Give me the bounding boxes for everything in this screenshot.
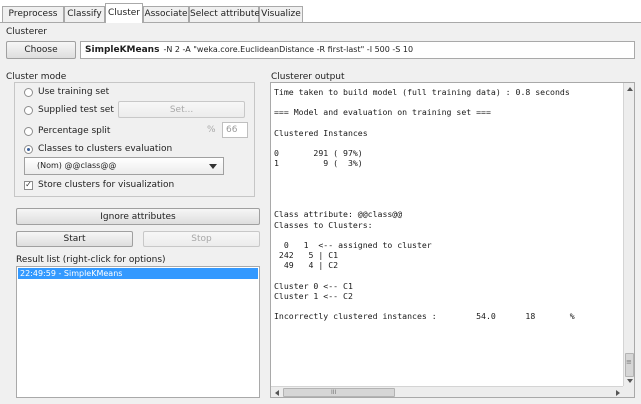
output-horizontal-scrollbar[interactable]: III [271,386,624,397]
tab-cluster[interactable]: Cluster [105,3,143,23]
clusterer-name: SimpleKMeans [85,45,160,55]
clusterer-output-panel[interactable]: Time taken to build model (full training… [270,82,635,398]
ignore-attributes-button[interactable]: Ignore attributes [16,208,260,225]
output-line: 0 1 <-- assigned to cluster [274,240,432,251]
output-vertical-scrollbar[interactable]: ≡ [623,83,634,387]
output-line: Cluster 0 <-- C1 [274,280,353,291]
output-line: 242 5 | C1 [274,250,339,261]
classes-to-clusters-label: Classes to clusters evaluation [38,144,173,154]
percentage-split-label: Percentage split [38,126,111,136]
class-attribute-value: (Nom) @@class@@ [37,161,117,170]
output-line: === Model and evaluation on training set… [274,107,491,118]
scroll-right-icon[interactable] [616,390,620,396]
output-line: Clustered Instances [274,127,368,138]
use-training-set-label: Use training set [38,87,110,97]
result-list-item[interactable]: 22:49:59 - SimpleKMeans [18,268,258,279]
scroll-down-icon[interactable] [627,379,633,383]
choose-button[interactable]: Choose [6,41,76,59]
tab-strip: Preprocess Classify Cluster Associate Se… [0,0,641,23]
use-training-set-option[interactable]: Use training set [24,86,109,98]
chevron-down-icon [209,164,217,169]
supplied-test-set-option[interactable]: Supplied test set [24,104,114,116]
clusterer-output-text: Time taken to build model (full training… [274,87,575,322]
scroll-left-icon[interactable] [275,390,279,396]
classes-to-clusters-option[interactable]: Classes to clusters evaluation [24,143,172,155]
output-line: 49 4 | C2 [274,260,339,271]
tab-associate[interactable]: Associate [143,6,189,22]
output-line: Time taken to build model (full training… [274,87,570,97]
class-attribute-select[interactable]: (Nom) @@class@@ [24,157,224,175]
grip-icon: ≡ [626,358,632,366]
stop-button[interactable]: Stop [143,231,260,247]
scroll-corner [623,386,634,397]
horizontal-scroll-thumb[interactable] [283,388,395,397]
tab-classify[interactable]: Classify [64,6,105,22]
result-list[interactable]: 22:49:59 - SimpleKMeans [16,266,260,398]
clusterer-output-label: Clusterer output [271,72,345,82]
output-line: Classes to Clusters: [274,219,373,230]
store-clusters-label: Store clusters for visualization [38,180,175,190]
cluster-mode-label: Cluster mode [6,72,67,82]
output-line: Class attribute: @@class@@ [274,209,403,220]
output-line: 0 291 ( 97%) [274,148,363,159]
output-line: Cluster 1 <-- C2 [274,291,353,302]
start-button[interactable]: Start [16,231,133,247]
tab-preprocess[interactable]: Preprocess [2,6,64,22]
set-test-set-button[interactable]: Set... [118,101,245,118]
percentage-split-option[interactable]: Percentage split [24,125,110,137]
supplied-test-set-radio[interactable] [24,105,33,115]
tab-select-attributes[interactable]: Select attributes [189,6,265,22]
percentage-split-radio[interactable] [24,126,33,136]
tab-visualize[interactable]: Visualize [259,6,303,22]
clusterer-section-label: Clusterer [6,27,47,37]
clusterer-config-field[interactable]: SimpleKMeans -N 2 -A "weka.core.Euclidean… [80,41,635,59]
output-line: Incorrectly clustered instances : 54.0 1… [274,311,575,322]
supplied-test-set-label: Supplied test set [38,105,114,115]
clusterer-options: -N 2 -A "weka.core.EuclideanDistance -R … [163,45,414,54]
output-line: 1 9 ( 3%) [274,158,363,169]
percentage-split-input[interactable]: 66 [222,122,248,138]
use-training-set-radio[interactable] [24,87,33,97]
checkmark-icon: ✓ [25,180,32,189]
store-clusters-option[interactable]: ✓ Store clusters for visualization [24,179,174,191]
scroll-up-icon[interactable] [627,87,633,91]
result-list-label: Result list (right-click for options) [16,255,166,265]
horizontal-grip-label: III [331,389,337,396]
classes-to-clusters-radio[interactable] [24,144,33,154]
percent-symbol: % [207,125,216,135]
store-clusters-checkbox[interactable]: ✓ [24,180,33,190]
